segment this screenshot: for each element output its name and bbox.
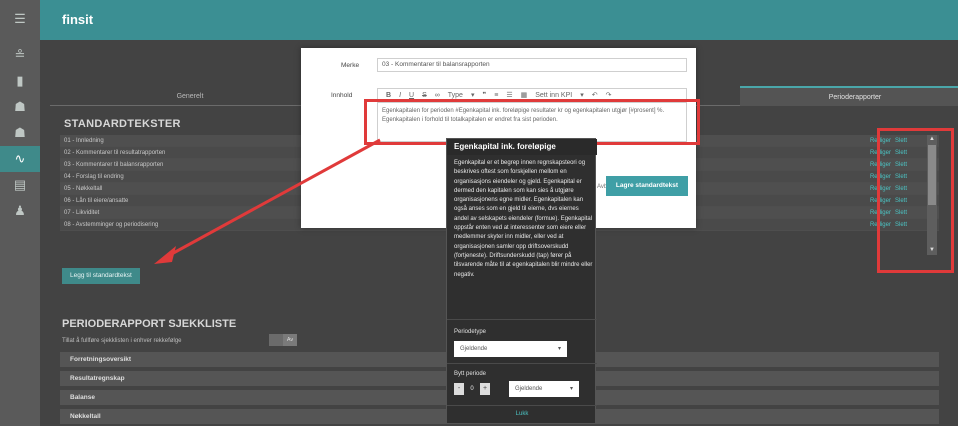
people-icon[interactable]: ☗ xyxy=(0,94,40,120)
undo-icon[interactable]: ↶ xyxy=(592,91,598,99)
archive-icon[interactable]: ▤ xyxy=(0,172,40,198)
switch-period-label: Bytt periode xyxy=(454,371,487,377)
brand-logo[interactable]: finsit xyxy=(62,12,93,27)
pulse-icon[interactable]: ∿ xyxy=(0,146,40,172)
unordered-list-icon[interactable]: ☰ xyxy=(506,91,512,99)
chart-icon[interactable]: ▮ xyxy=(0,68,40,94)
name-field[interactable]: 03 - Kommentarer til balansrapporten xyxy=(377,58,687,72)
period-stepper: - 0 + xyxy=(454,383,490,395)
italic-icon[interactable]: I xyxy=(399,92,401,99)
name-field-label: Merke xyxy=(341,62,360,69)
team-icon[interactable]: ☗ xyxy=(0,120,40,146)
ordered-list-icon[interactable]: ≡ xyxy=(494,92,498,99)
toggle-track xyxy=(269,334,283,346)
tab-general[interactable]: Generelt xyxy=(50,86,330,106)
list-item-label: 06 - Lån til eiere/ansatte xyxy=(64,198,129,204)
chevron-down-icon: ▾ xyxy=(557,346,561,352)
chevron-down-icon: ▾ xyxy=(569,386,573,392)
list-item-label: 08 - Avstemminger og periodisering xyxy=(64,222,159,228)
tab-period-reports[interactable]: Perioderapporter xyxy=(740,86,958,106)
redo-icon[interactable]: ↷ xyxy=(606,91,612,99)
divider xyxy=(447,363,597,364)
chevron-down-icon: ▾ xyxy=(580,92,584,99)
table-icon[interactable]: ▦ xyxy=(521,91,528,99)
allow-any-order-toggle[interactable]: Av xyxy=(269,334,297,346)
underline-icon[interactable]: U xyxy=(409,92,414,99)
switch-period-select[interactable]: Gjeldende ▾ xyxy=(509,381,579,397)
allow-any-order-label: Tillat å fullføre sjekklisten i enhver r… xyxy=(62,338,182,344)
strikethrough-icon[interactable]: S xyxy=(422,92,427,99)
save-standard-text-button[interactable]: Lagre standardtekst xyxy=(606,176,688,196)
list-item-label: 07 - Likviditet xyxy=(64,210,100,216)
popover-description: Egenkapital er et begrep innen regnskaps… xyxy=(454,160,593,278)
users-icon[interactable]: ≗ xyxy=(0,42,40,68)
checklist-heading: PERIODERAPPORT SJEKKLISTE xyxy=(62,318,237,330)
list-item-label: 03 - Kommentarer til balansrapporten xyxy=(64,162,164,168)
type-dropdown[interactable]: Type xyxy=(448,92,463,99)
content-field-label: Innhold xyxy=(331,92,353,99)
switch-period-value: Gjeldende xyxy=(515,386,543,392)
kpi-info-popover: Egenkapital ink. foreløpige Egenkapital … xyxy=(446,138,597,424)
quote-icon[interactable]: ❞ xyxy=(482,91,486,99)
icon-rail: ☰ ≗ ▮ ☗ ☗ ∿ ▤ ♟ xyxy=(0,0,40,426)
divider xyxy=(447,405,597,406)
top-header: finsit xyxy=(40,0,958,40)
link-icon[interactable]: ∞ xyxy=(435,92,440,99)
insert-kpi-dropdown[interactable]: Sett inn KPI xyxy=(535,92,572,99)
popover-title: Egenkapital ink. foreløpige xyxy=(447,139,597,155)
user-icon[interactable]: ♟ xyxy=(0,198,40,224)
bold-icon[interactable]: B xyxy=(386,92,391,99)
list-item-label: 05 - Nøkkeltall xyxy=(64,186,103,192)
divider xyxy=(447,319,597,320)
stepper-value[interactable]: 0 xyxy=(464,386,480,392)
list-item-label: 01 - Innledning xyxy=(64,138,104,144)
period-type-value: Gjeldende xyxy=(460,346,488,352)
toggle-label: Av xyxy=(286,337,294,343)
menu-icon[interactable]: ☰ xyxy=(0,6,40,32)
increment-button[interactable]: + xyxy=(480,383,490,395)
app-window: ☰ ≗ ▮ ☗ ☗ ∿ ▤ ♟ finsit Generelt Perioder… xyxy=(0,0,958,426)
annotation-highlight-actions xyxy=(877,128,954,273)
decrement-button[interactable]: - xyxy=(454,383,464,395)
chevron-down-icon: ▾ xyxy=(470,92,475,99)
add-standard-text-button[interactable]: Legg til standardtekst xyxy=(62,268,140,284)
list-item-label: 02 - Kommentarer til resultatrapporten xyxy=(64,150,166,156)
list-item-label: 04 - Forslag til endring xyxy=(64,174,124,180)
period-type-select[interactable]: Gjeldende ▾ xyxy=(454,341,567,357)
standard-texts-heading: STANDARDTEKSTER xyxy=(64,118,181,130)
close-link[interactable]: Lukk xyxy=(447,411,597,417)
period-type-label: Periodetype xyxy=(454,329,487,335)
